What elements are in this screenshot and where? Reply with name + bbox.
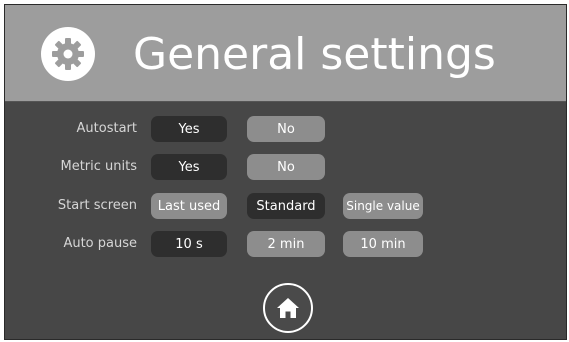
metric-units-no-button[interactable]: No xyxy=(247,154,325,180)
auto-pause-10s-button[interactable]: 10 s xyxy=(151,231,227,257)
gear-icon xyxy=(52,38,84,70)
metric-units-yes-button[interactable]: Yes xyxy=(151,154,227,180)
metric-units-label: Metric units xyxy=(60,159,137,174)
auto-pause-2min-button[interactable]: 2 min xyxy=(247,231,325,257)
settings-icon-badge xyxy=(41,27,95,81)
autostart-no-button[interactable]: No xyxy=(247,116,325,142)
auto-pause-10min-button[interactable]: 10 min xyxy=(343,231,423,257)
start-screen-standard-button[interactable]: Standard xyxy=(247,193,325,219)
settings-screen: General settings Autostart Yes No Metric… xyxy=(4,4,567,340)
start-screen-last-used-button[interactable]: Last used xyxy=(151,193,227,219)
home-icon xyxy=(277,298,299,318)
autostart-label: Autostart xyxy=(76,121,137,136)
page-title: General settings xyxy=(133,29,496,80)
header-bar: General settings xyxy=(5,5,566,102)
auto-pause-label: Auto pause xyxy=(63,236,137,251)
autostart-yes-button[interactable]: Yes xyxy=(151,116,227,142)
start-screen-single-value-button[interactable]: Single value xyxy=(343,193,423,219)
home-button[interactable] xyxy=(263,283,313,333)
start-screen-label: Start screen xyxy=(57,198,137,213)
